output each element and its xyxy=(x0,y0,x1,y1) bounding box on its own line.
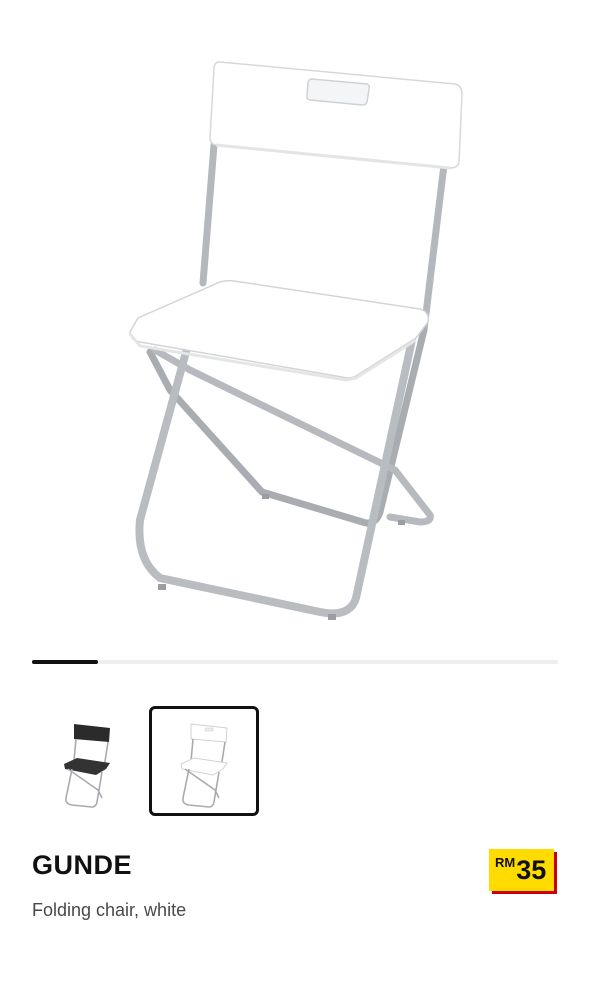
folding-chair-black-icon xyxy=(64,724,110,808)
folding-chair-white-image xyxy=(128,61,463,620)
price-value: 35 xyxy=(516,855,547,885)
price-currency: RM xyxy=(495,855,516,870)
folding-chair-white-icon xyxy=(180,723,228,808)
image-carousel-progress[interactable] xyxy=(32,660,558,664)
product-description: Folding chair, white xyxy=(32,900,187,920)
product-name: GUNDE xyxy=(32,850,133,880)
carousel-progress-indicator xyxy=(32,660,98,664)
product-main-image[interactable] xyxy=(0,0,591,650)
variant-black[interactable] xyxy=(32,706,142,816)
variant-white-selected[interactable] xyxy=(149,706,259,816)
price-tag: RM 35 xyxy=(489,849,555,891)
